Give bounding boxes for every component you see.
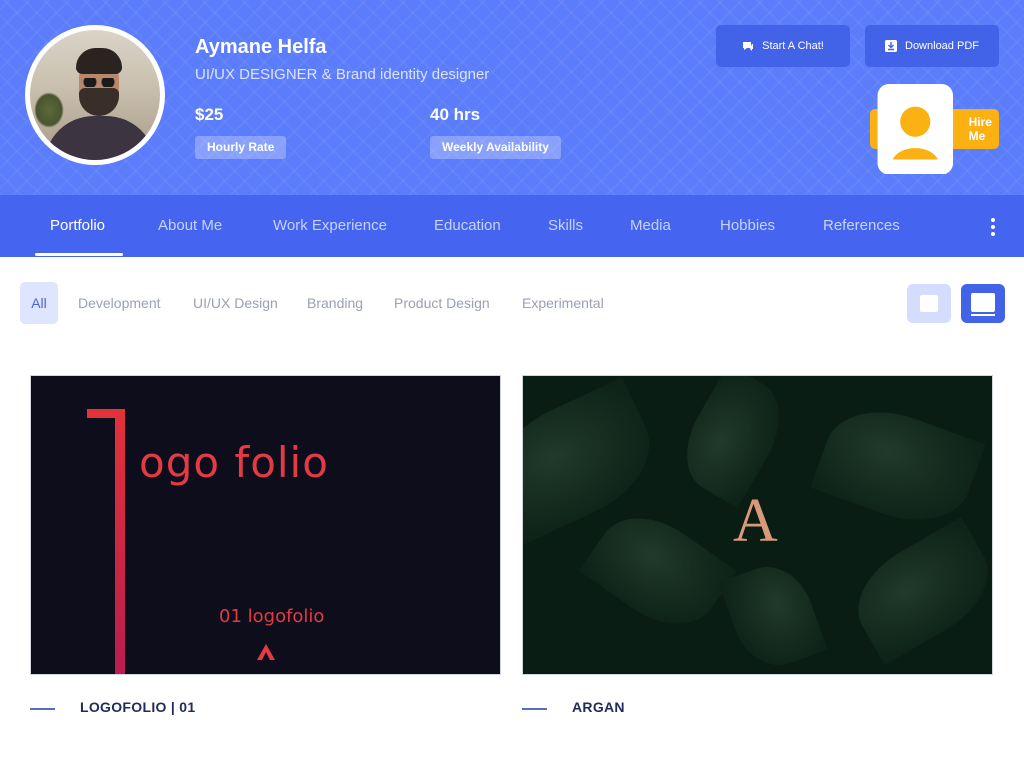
filter-experimental[interactable]: Experimental (522, 282, 604, 324)
download-icon (885, 40, 897, 52)
hourly-rate-value: $25 (195, 105, 224, 124)
logofolio-image-subtext: 01 logofolio (219, 606, 325, 627)
tab-media[interactable]: Media (630, 195, 671, 257)
download-pdf-label: Download PDF (905, 40, 979, 52)
logo-mark-icon (257, 644, 275, 660)
tab-hobbies[interactable]: Hobbies (720, 195, 775, 257)
tab-work-experience[interactable]: Work Experience (273, 195, 387, 257)
start-chat-button[interactable]: Start A Chat! (716, 25, 850, 67)
tab-references[interactable]: References (823, 195, 900, 257)
profile-title: UI/UX DESIGNER & Brand identity designer (195, 66, 490, 83)
tab-skills[interactable]: Skills (548, 195, 583, 257)
tab-education[interactable]: Education (434, 195, 501, 257)
logofolio-image-text: ogo folio (139, 438, 329, 487)
active-tab-indicator (35, 253, 123, 256)
card-divider (522, 708, 547, 710)
card-title-argan[interactable]: ARGAN (572, 699, 625, 715)
portfolio-card-image-argan[interactable]: A (522, 375, 993, 675)
grid-view-icon (920, 295, 938, 312)
argan-logo: A (733, 487, 778, 555)
profile-name: Aymane Helfa (195, 36, 327, 58)
bookmark-icon (877, 83, 954, 175)
filter-product-design[interactable]: Product Design (394, 282, 490, 324)
grid-view-button[interactable] (907, 284, 951, 323)
filter-all[interactable]: All (20, 282, 58, 324)
portfolio-card-image-logofolio[interactable]: ogo folio 01 logofolio (30, 375, 501, 675)
avatar (25, 25, 165, 165)
filter-branding[interactable]: Branding (307, 282, 363, 324)
tab-about-me[interactable]: About Me (158, 195, 222, 257)
card-title-logofolio[interactable]: LOGOFOLIO | 01 (80, 699, 195, 715)
filter-ui-ux-design[interactable]: UI/UX Design (193, 282, 278, 324)
availability-badge: Weekly Availability (430, 136, 561, 159)
hire-me-label: Hire Me (968, 115, 992, 143)
hire-me-button[interactable]: Hire Me (870, 83, 999, 175)
download-pdf-button[interactable]: Download PDF (865, 25, 999, 67)
monitor-view-icon (971, 293, 995, 312)
tab-bar: Portfolio About Me Work Experience Educa… (0, 195, 1024, 257)
hourly-rate-badge: Hourly Rate (195, 136, 287, 159)
list-view-button[interactable] (961, 284, 1005, 323)
filter-development[interactable]: Development (78, 282, 161, 324)
tab-portfolio[interactable]: Portfolio (50, 195, 105, 257)
card-divider (30, 708, 55, 710)
profile-header: Aymane Helfa UI/UX DESIGNER & Brand iden… (0, 0, 1024, 195)
more-vertical-icon[interactable] (988, 218, 998, 236)
start-chat-label: Start A Chat! (762, 40, 824, 52)
chat-bubble-icon (743, 42, 754, 51)
availability-value: 40 hrs (430, 105, 481, 124)
